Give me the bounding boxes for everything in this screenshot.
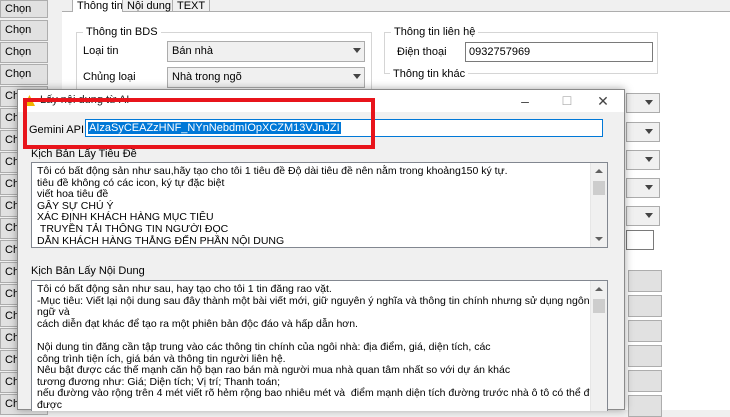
group-title: Thông tin liên hệ [391,26,479,38]
chevron-down-icon [645,157,653,162]
scrollbar[interactable] [590,281,607,411]
side-button[interactable] [628,345,662,367]
chevron-down-icon [645,213,653,218]
loai-tin-select[interactable]: Bán nhà [167,41,365,62]
chevron-down-icon [353,48,361,53]
other-select[interactable] [626,178,660,198]
title-script-label: Kịch Bản Lấy Tiêu Đề [31,148,137,160]
minimize-icon[interactable]: – [510,90,540,112]
scroll-down-icon[interactable] [595,237,603,241]
scroll-up-icon[interactable] [595,169,603,173]
script-line: Nội dung tin đăng cần tập trung vào các … [37,340,491,353]
chung-loai-value: Nhà trong ngõ [172,71,242,83]
chon-button[interactable]: Chọn [0,42,48,63]
script-line: DẪN KHÁCH HÀNG THẲNG ĐẾN PHẦN NỘI DUNG [37,234,285,247]
side-button[interactable] [628,395,662,417]
maximize-icon[interactable]: ☐ [552,90,582,112]
side-button[interactable] [628,320,662,342]
script-line: cách diễn đạt khác để tạo ra một phiên b… [37,317,358,330]
script-line: nếu đường vào rộng trên 4 mét viết rõ hẻ… [37,387,592,411]
chevron-down-icon [645,129,653,134]
highlight-box [23,98,375,149]
chung-loai-label: Chủng loại [83,71,136,83]
tab-thong-tin[interactable]: Thông tin [72,0,128,12]
title-script-textarea[interactable]: Tôi có bất động sản như sau,hãy tạo cho … [31,162,608,248]
chung-loai-select[interactable]: Nhà trong ngõ [167,67,365,88]
side-button[interactable] [628,370,662,392]
script-line: tiêu đề không có các icon, ký tự đặc biệ… [37,176,225,189]
chevron-down-icon [353,74,361,79]
group-title: Thông tin BDS [83,26,161,38]
title-script-text: Tôi có bất động sản như sau,hãy tạo cho … [37,165,592,247]
side-button[interactable] [628,295,662,317]
ai-content-dialog: Lấy nội dung từ AI – ☐ ✕ Gemini API AIza… [17,89,625,411]
chevron-down-icon [645,100,653,105]
chon-button[interactable]: Chọn [0,0,48,18]
loai-tin-value: Bán nhà [172,45,213,57]
content-script-textarea[interactable]: Tôi có bất động sản như sau, hay tạo cho… [31,280,608,411]
script-line: Nêu bật được các thế mạnh căn hộ bạn rao… [37,364,511,377]
other-select[interactable] [626,150,660,170]
phone-label: Điện thoại [397,46,447,58]
content-script-label: Kịch Bản Lấy Nội Dung [31,265,145,277]
scroll-thumb[interactable] [593,299,605,313]
script-line: TRUYỀN TẢI THÔNG TIN NGƯỜI ĐỌC [37,222,229,235]
other-select[interactable] [626,122,660,142]
scroll-up-icon[interactable] [595,287,603,291]
tab-text[interactable]: TEXT [172,0,211,12]
script-line: -Mục tiêu: Viết lại nội dung sau đây thà… [37,294,590,319]
script-line: Tôi có bất động sản như sau, hay tạo cho… [37,283,332,295]
loai-tin-label: Loại tin [83,45,119,57]
scrollbar[interactable] [590,163,607,247]
chon-button[interactable]: Chọn [0,64,48,85]
script-line: viết hoa tiêu đề [37,188,109,201]
chon-button[interactable]: Chọn [0,20,48,41]
tab-noi-dung[interactable]: Nội dung [122,0,177,12]
close-icon[interactable]: ✕ [588,90,618,112]
other-select[interactable] [626,93,660,113]
other-select[interactable] [626,206,660,226]
content-script-text: Tôi có bất động sản như sau, hay tạo cho… [37,283,592,411]
other-input[interactable] [626,230,654,250]
group-title: Thông tin khác [390,68,469,80]
phone-input[interactable]: 0932757969 [465,42,653,62]
scroll-thumb[interactable] [593,181,605,195]
chevron-down-icon [645,185,653,190]
side-button[interactable] [628,270,662,292]
script-line: Tôi có bất động sản như sau,hãy tạo cho … [37,165,508,177]
